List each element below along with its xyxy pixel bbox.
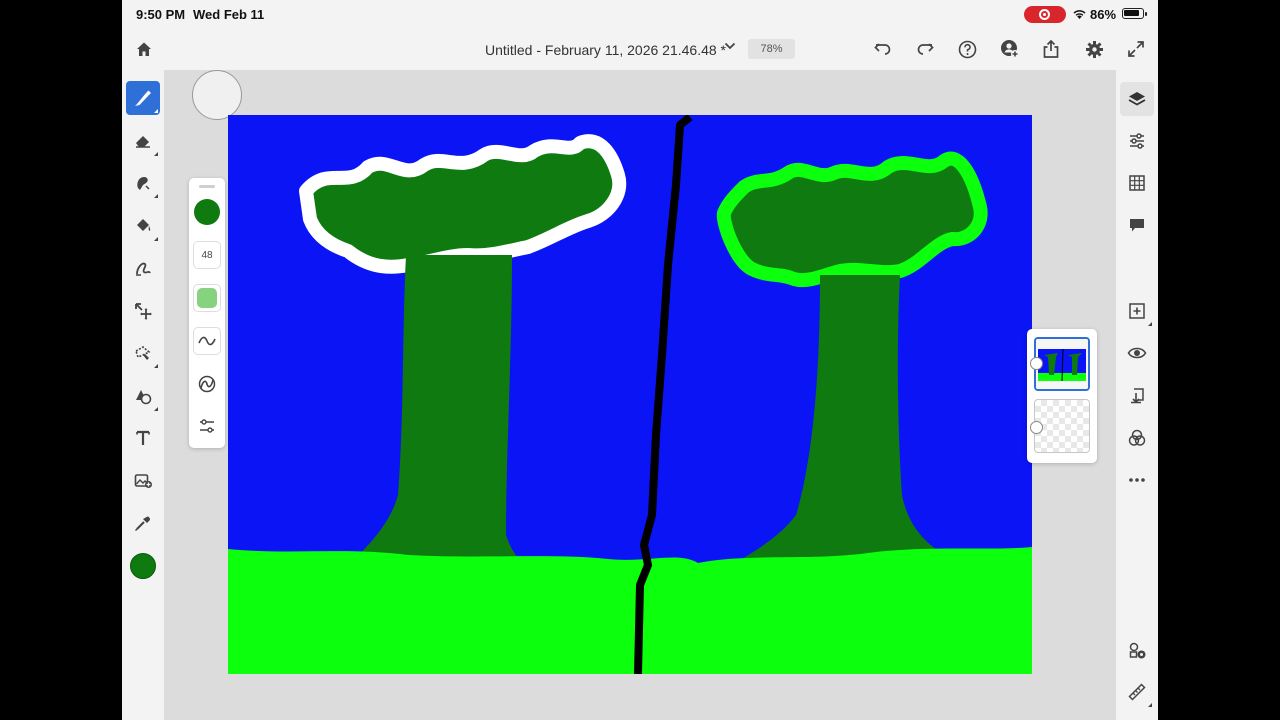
- undo-icon[interactable]: [872, 38, 894, 60]
- redo-icon[interactable]: [914, 38, 936, 60]
- ipad-screen: 9:50 PM Wed Feb 11 86% Untitled - Februa…: [122, 0, 1158, 720]
- battery-percent: 86%: [1090, 7, 1117, 22]
- eraser-icon[interactable]: [126, 124, 160, 158]
- brush-color-swatch[interactable]: [194, 199, 220, 225]
- help-icon[interactable]: [956, 38, 978, 60]
- layer-1-badge-icon: [1030, 357, 1043, 370]
- layers-icon[interactable]: [1120, 82, 1154, 116]
- shape-icon[interactable]: [126, 379, 160, 413]
- brush-pressure-icon[interactable]: [195, 372, 219, 396]
- lasso-selection-icon[interactable]: [126, 336, 160, 370]
- current-color-swatch[interactable]: [130, 553, 156, 579]
- status-time: 9:50 PM: [136, 7, 186, 22]
- zoom-level[interactable]: 78%: [748, 39, 795, 59]
- settings-gear-icon[interactable]: [1083, 38, 1105, 60]
- canvas-artwork: [228, 115, 1032, 674]
- chevron-down-icon[interactable]: [723, 39, 737, 53]
- more-options-icon[interactable]: [1120, 463, 1154, 497]
- text-icon[interactable]: [126, 421, 160, 455]
- share-icon[interactable]: [1040, 38, 1062, 60]
- add-layer-icon[interactable]: [1120, 294, 1154, 328]
- visibility-eye-icon[interactable]: [1120, 336, 1154, 370]
- layer-1-preview: [1036, 339, 1088, 389]
- fill-bucket-icon[interactable]: [126, 209, 160, 243]
- brush-settings-panel: 48: [189, 178, 225, 448]
- blend-mode-icon[interactable]: [1120, 421, 1154, 455]
- grass-ground: [228, 547, 1032, 674]
- grid-icon[interactable]: [1120, 166, 1154, 200]
- battery-icon: [1122, 8, 1147, 19]
- wifi-icon: [1073, 10, 1086, 19]
- status-bar: 9:50 PM Wed Feb 11 86%: [122, 0, 1158, 28]
- liquify-icon[interactable]: [126, 251, 160, 285]
- status-date: Wed Feb 11: [193, 7, 265, 22]
- adjustments-icon[interactable]: [1120, 124, 1154, 158]
- paint-brush-icon[interactable]: [126, 81, 160, 115]
- merge-down-icon[interactable]: [1120, 379, 1154, 413]
- fullscreen-expand-icon[interactable]: [1125, 38, 1147, 60]
- comments-icon[interactable]: [1120, 208, 1154, 242]
- brush-size-field[interactable]: 48: [193, 241, 221, 269]
- brush-cursor-preview: [192, 70, 242, 120]
- image-import-icon[interactable]: [126, 463, 160, 497]
- brush-smoothing-icon[interactable]: [193, 327, 221, 355]
- eyedropper-icon[interactable]: [126, 506, 160, 540]
- panel-drag-handle[interactable]: [199, 185, 215, 188]
- brush-opacity-field[interactable]: [193, 284, 221, 312]
- home-icon[interactable]: [133, 38, 155, 60]
- layer-2-badge-icon: [1030, 421, 1043, 434]
- app-top-bar: Untitled - February 11, 2026 21.46.48 * …: [122, 28, 1158, 70]
- document-title[interactable]: Untitled - February 11, 2026 21.46.48 *: [485, 42, 726, 58]
- smudge-icon[interactable]: [126, 166, 160, 200]
- ruler-icon[interactable]: [1120, 675, 1154, 709]
- right-toolbar: [1116, 70, 1158, 720]
- screen-recording-indicator[interactable]: [1024, 6, 1066, 23]
- brush-settings-sliders-icon[interactable]: [195, 414, 219, 438]
- layers-panel: [1027, 329, 1097, 463]
- invite-user-icon[interactable]: [999, 38, 1021, 60]
- properties-icon[interactable]: [1120, 633, 1154, 667]
- left-toolbar: [122, 70, 164, 720]
- move-transform-icon[interactable]: [126, 294, 160, 328]
- drawing-canvas[interactable]: [228, 115, 1032, 674]
